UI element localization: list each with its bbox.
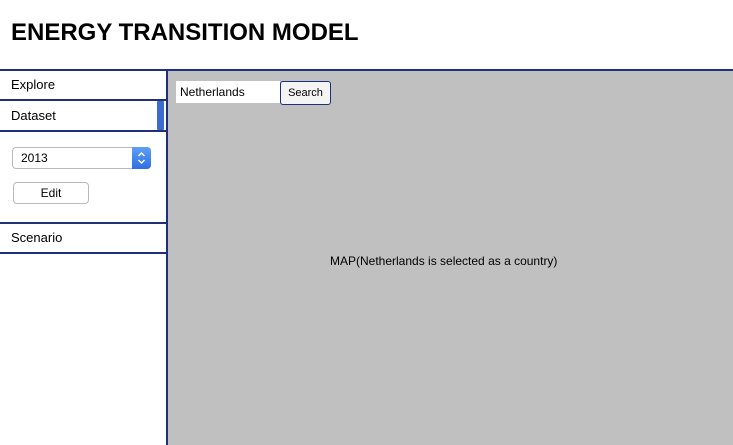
header: ENERGY TRANSITION MODEL <box>0 0 733 69</box>
search-input[interactable] <box>176 81 280 103</box>
select-stepper-icon <box>132 147 151 169</box>
app-window: ENERGY TRANSITION MODEL Explore Dataset … <box>0 0 733 445</box>
year-select[interactable]: 2013 <box>12 147 151 169</box>
app-title: ENERGY TRANSITION MODEL <box>11 19 359 46</box>
section-divider <box>0 130 166 132</box>
search-button[interactable]: Search <box>280 81 331 105</box>
sidebar-item-explore[interactable]: Explore <box>0 71 166 99</box>
sidebar-item-label: Dataset <box>11 108 56 123</box>
sidebar-item-scenario[interactable]: Scenario <box>0 224 166 252</box>
sidebar-item-label: Scenario <box>11 230 63 245</box>
sidebar-item-dataset[interactable]: Dataset <box>0 101 166 130</box>
edit-button[interactable]: Edit <box>13 182 89 204</box>
sidebar-item-label: Explore <box>11 77 56 92</box>
section-divider <box>0 252 166 254</box>
year-select-value: 2013 <box>21 151 48 165</box>
map-placeholder-text: MAP(Netherlands is selected as a country… <box>330 254 558 268</box>
scrollbar-thumb[interactable] <box>157 101 164 130</box>
